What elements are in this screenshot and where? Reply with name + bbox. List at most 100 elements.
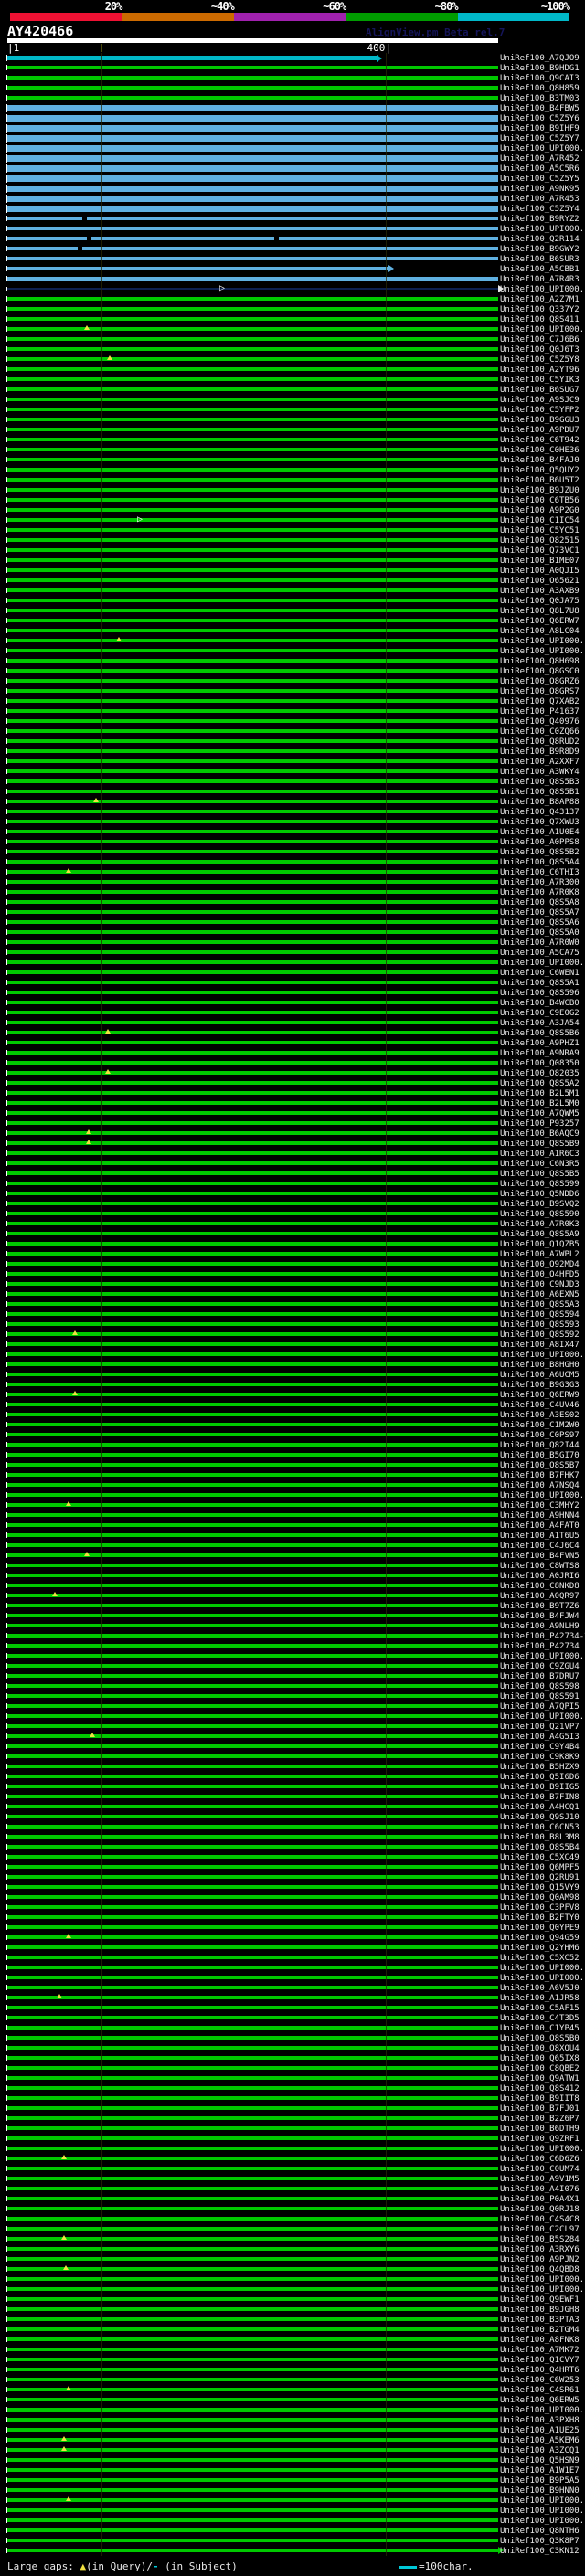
alignment-row[interactable]: UniRef100_UPI000.. (0, 1963, 585, 1973)
hit-bar[interactable] (7, 508, 498, 512)
alignment-row[interactable]: UniRef100_A1U0E4 (0, 827, 585, 837)
alignment-row[interactable]: UniRef100_O82035 (0, 1068, 585, 1078)
hit-label[interactable]: UniRef100_Q0AM98 (500, 1893, 580, 1903)
hit-bar[interactable] (7, 1674, 498, 1678)
hit-bar[interactable] (7, 418, 498, 421)
hit-bar[interactable] (7, 1925, 498, 1929)
alignment-row[interactable]: UniRef100_A7R0W0 (0, 938, 585, 948)
alignment-row[interactable]: UniRef100_A7WPL2 (0, 1249, 585, 1259)
hit-label[interactable]: UniRef100_C3KN12 (500, 2547, 580, 2556)
alignment-row[interactable]: UniRef100_B2L5M1 (0, 1088, 585, 1098)
hit-label[interactable]: UniRef100_C6D6Z6 (500, 2155, 580, 2164)
alignment-row[interactable]: UniRef100_A5CBB1 (0, 264, 585, 274)
alignment-row[interactable]: UniRef100_B9HNN0 (0, 2486, 585, 2496)
alignment-row[interactable]: UniRef100_A3RXY6 (0, 2244, 585, 2254)
hit-label[interactable]: UniRef100_Q6ERW5 (500, 2396, 580, 2405)
hit-label[interactable]: UniRef100_A3ES02 (500, 1411, 580, 1420)
hit-bar[interactable] (7, 327, 498, 331)
hit-bar[interactable] (7, 1805, 498, 1808)
hit-bar[interactable] (7, 800, 498, 803)
alignment-row[interactable]: UniRef100_Q8S596 (0, 988, 585, 998)
hit-label[interactable]: UniRef100_C5Z5Y7 (500, 134, 580, 143)
alignment-row[interactable]: UniRef100_Q2RU91 (0, 1872, 585, 1882)
hit-label[interactable]: UniRef100_UPI000.. (500, 1491, 585, 1500)
hit-bar[interactable] (7, 1373, 498, 1376)
alignment-row[interactable]: UniRef100_Q8S5A8 (0, 897, 585, 907)
alignment-row[interactable]: UniRef100_A2YT96 (0, 365, 585, 375)
hit-bar[interactable] (7, 2247, 498, 2251)
hit-label[interactable]: UniRef100_A2XXF7 (500, 758, 580, 767)
alignment-row[interactable]: UniRef100_B9JZU0 (0, 485, 585, 495)
alignment-row[interactable]: UniRef100_Q8S412 (0, 2083, 585, 2094)
hit-bar[interactable] (7, 1855, 498, 1859)
hit-bar[interactable] (7, 408, 498, 411)
hit-label[interactable]: UniRef100_B9IIG5 (500, 1783, 580, 1792)
hit-bar[interactable] (7, 719, 498, 723)
hit-bar[interactable] (7, 2418, 498, 2422)
hit-label[interactable]: UniRef100_Q8S596 (500, 989, 580, 998)
alignment-row[interactable]: UniRef100_Q8S5B0 (0, 2033, 585, 2043)
hit-bar[interactable] (7, 2197, 498, 2200)
alignment-row[interactable]: UniRef100_Q21VP7 (0, 1722, 585, 1732)
hit-bar[interactable] (7, 1413, 498, 1416)
alignment-row[interactable]: UniRef100_A7QJO9 (0, 53, 585, 63)
alignment-row[interactable]: ▷ UniRef100_C1IC54 (0, 515, 585, 525)
alignment-row[interactable]: UniRef100_A9PJN2 (0, 2254, 585, 2264)
hit-label[interactable]: UniRef100_Q8S598 (500, 1682, 580, 1691)
hit-bar[interactable] (7, 1282, 498, 1286)
alignment-row[interactable]: UniRef100_Q6ERW5 (0, 2395, 585, 2405)
hit-bar[interactable] (7, 297, 498, 301)
alignment-row[interactable]: UniRef100_B4WCB0 (0, 998, 585, 1008)
hit-label[interactable]: UniRef100_B8L3M8 (500, 1833, 580, 1842)
alignment-row[interactable]: UniRef100_B9RYZ2 (0, 214, 585, 224)
hit-bar[interactable] (7, 518, 498, 522)
hit-label[interactable]: UniRef100_B9RYZ2 (500, 215, 580, 224)
hit-label[interactable]: UniRef100_Q8S592 (500, 1330, 580, 1340)
hit-bar[interactable] (7, 1905, 498, 1909)
hit-label[interactable]: UniRef100_C5Z5Y8 (500, 355, 580, 365)
hit-label[interactable]: UniRef100_B9IIT8 (500, 2094, 580, 2104)
hit-label[interactable]: UniRef100_C8QBE2 (500, 2064, 580, 2073)
hit-label[interactable]: UniRef100_Q8S591 (500, 1692, 580, 1701)
alignment-row[interactable]: UniRef100_Q8S594 (0, 1309, 585, 1320)
hit-label[interactable]: UniRef100_A5KEM6 (500, 2436, 580, 2445)
hit-label[interactable]: UniRef100_A0QJI5 (500, 567, 580, 576)
hit-bar[interactable] (7, 66, 498, 69)
hit-bar[interactable] (7, 1433, 498, 1436)
hit-label[interactable]: UniRef100_B5HZX9 (500, 1763, 580, 1772)
alignment-row[interactable]: UniRef100_B6SUG7 (0, 385, 585, 395)
hit-label[interactable]: UniRef100_P42734-2 (500, 1632, 585, 1641)
hit-bar[interactable] (7, 1061, 498, 1065)
hit-bar[interactable] (7, 2408, 498, 2412)
hit-label[interactable]: UniRef100_Q92MD4 (500, 1260, 580, 1269)
hit-label[interactable]: UniRef100_B2FTY0 (500, 1913, 580, 1923)
hit-bar[interactable] (7, 1976, 498, 1979)
alignment-row[interactable]: UniRef100_Q8S599 (0, 1179, 585, 1189)
hit-bar[interactable] (7, 850, 498, 853)
hit-label[interactable]: UniRef100_UPI000.. (500, 1964, 585, 1973)
alignment-row[interactable]: UniRef100_B9GWY2 (0, 244, 585, 254)
hit-bar[interactable] (7, 2237, 498, 2241)
alignment-row[interactable]: UniRef100_B6AQC9 (0, 1129, 585, 1139)
hit-bar[interactable] (7, 1121, 498, 1125)
alignment-row[interactable]: UniRef100_A9HNN4 (0, 1511, 585, 1521)
hit-label[interactable]: UniRef100_Q8GRZ6 (500, 677, 580, 686)
hit-label[interactable]: UniRef100_Q9SJ10 (500, 1813, 580, 1822)
hit-bar[interactable] (7, 1704, 498, 1708)
hit-label[interactable]: UniRef100_C1IC54 (500, 516, 580, 525)
hit-label[interactable]: UniRef100_C9E0G2 (500, 1009, 580, 1018)
hit-bar[interactable] (7, 1342, 498, 1346)
alignment-row[interactable]: UniRef100_Q8H859 (0, 83, 585, 93)
hit-label[interactable]: UniRef100_Q8S411 (500, 315, 580, 324)
alignment-row[interactable]: UniRef100_Q0J6T3 (0, 345, 585, 355)
hit-bar[interactable] (7, 2106, 498, 2110)
alignment-row[interactable]: UniRef100_UPI000.. (0, 646, 585, 656)
hit-bar[interactable] (7, 2549, 498, 2552)
alignment-row[interactable]: UniRef100_Q8GRS7 (0, 686, 585, 696)
alignment-row[interactable]: UniRef100_Q43137 (0, 807, 585, 817)
alignment-row[interactable]: UniRef100_Q9ATW1 (0, 2073, 585, 2083)
alignment-row[interactable]: UniRef100_B8HGH0 (0, 1360, 585, 1370)
hit-label[interactable]: UniRef100_A6EXN5 (500, 1290, 580, 1299)
hit-bar[interactable] (7, 267, 388, 270)
alignment-row[interactable]: UniRef100_Q08350 (0, 1058, 585, 1068)
